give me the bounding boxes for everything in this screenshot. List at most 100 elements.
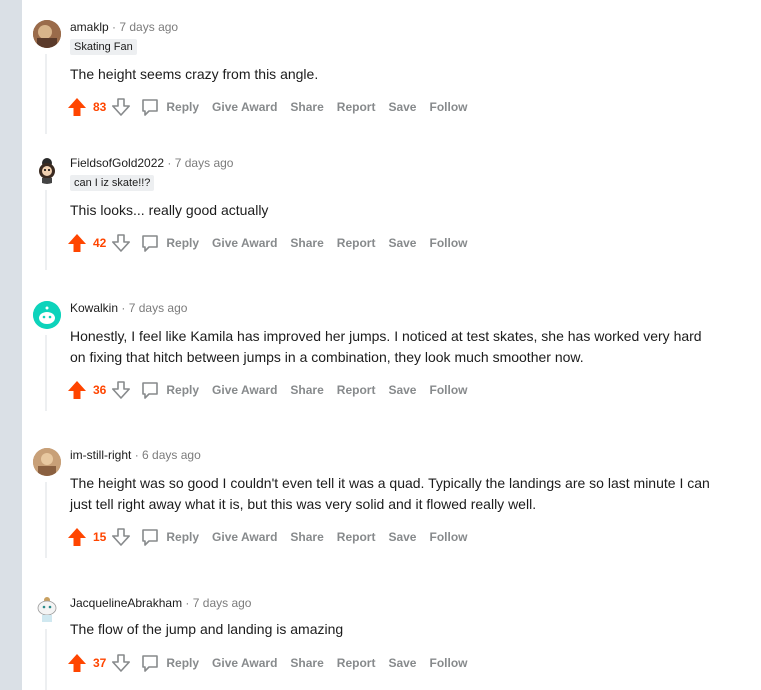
avatar[interactable]	[33, 301, 61, 329]
share-button[interactable]: Share	[290, 383, 323, 397]
upvote-arrow-icon[interactable]	[66, 379, 88, 401]
report-button[interactable]: Report	[337, 100, 376, 114]
avatar[interactable]	[33, 448, 61, 476]
share-button[interactable]: Share	[290, 530, 323, 544]
avatar[interactable]	[33, 595, 61, 623]
comment-body: This looks... really good actually	[70, 202, 269, 218]
reply-button[interactable]: Reply	[140, 233, 199, 253]
comment-meta: amaklp · 7 days ago	[70, 20, 178, 34]
share-button[interactable]: Share	[290, 236, 323, 250]
downvote-arrow-icon[interactable]	[110, 526, 132, 548]
save-button[interactable]: Save	[388, 383, 416, 397]
follow-button[interactable]: Follow	[429, 383, 467, 397]
comment-meta: Kowalkin · 7 days ago	[70, 301, 187, 315]
speech-bubble-icon	[142, 382, 159, 399]
give-award-button[interactable]: Give Award	[212, 383, 277, 397]
separator: ·	[112, 20, 117, 34]
comment: im-still-right · 6 days ago The height w…	[22, 448, 761, 568]
downvote-arrow-icon[interactable]	[110, 379, 132, 401]
vote-score: 15	[93, 530, 107, 544]
timestamp[interactable]: 7 days ago	[175, 156, 234, 170]
speech-bubble-icon	[142, 529, 159, 546]
comment-meta: im-still-right · 6 days ago	[70, 448, 201, 462]
comment-body: The flow of the jump and landing is amaz…	[70, 621, 344, 637]
give-award-button[interactable]: Give Award	[212, 530, 277, 544]
timestamp[interactable]: 7 days ago	[119, 20, 178, 34]
author-name[interactable]: Kowalkin	[70, 301, 118, 315]
vote-score: 37	[93, 656, 107, 670]
comment: JacquelineAbrakham · 7 days ago The flow…	[22, 595, 761, 690]
follow-button[interactable]: Follow	[429, 100, 467, 114]
thread-line[interactable]	[45, 335, 47, 411]
give-award-button[interactable]: Give Award	[212, 236, 277, 250]
downvote-arrow-icon[interactable]	[110, 96, 132, 118]
thread-line[interactable]	[45, 54, 47, 134]
report-button[interactable]: Report	[337, 383, 376, 397]
give-award-button[interactable]: Give Award	[212, 656, 277, 670]
user-flair: can I iz skate!!?	[70, 175, 155, 191]
speech-bubble-icon	[142, 235, 159, 252]
avatar[interactable]	[33, 156, 61, 184]
speech-bubble-icon	[142, 655, 159, 672]
reply-button[interactable]: Reply	[140, 653, 199, 673]
give-award-button[interactable]: Give Award	[212, 100, 277, 114]
comment-actions: 36 Reply Give Award Share Report Save Fo…	[66, 378, 467, 402]
report-button[interactable]: Report	[337, 236, 376, 250]
thread-line[interactable]	[45, 482, 47, 558]
reply-label: Reply	[166, 530, 200, 544]
snoo-avatar-icon	[39, 158, 55, 184]
comment: Kowalkin · 7 days ago Honestly, I feel l…	[22, 301, 761, 421]
reply-button[interactable]: Reply	[140, 380, 199, 400]
upvote-arrow-icon[interactable]	[66, 652, 88, 674]
author-name[interactable]: im-still-right	[70, 448, 131, 462]
thread-line[interactable]	[45, 190, 47, 270]
save-button[interactable]: Save	[388, 530, 416, 544]
avatar-photo-icon	[33, 448, 61, 476]
timestamp[interactable]: 7 days ago	[193, 596, 252, 610]
downvote-arrow-icon[interactable]	[110, 232, 132, 254]
upvote-arrow-icon[interactable]	[66, 526, 88, 548]
reply-label: Reply	[166, 236, 200, 250]
separator: ·	[134, 448, 139, 462]
vote-score: 83	[93, 100, 107, 114]
comment-body: The height was so good I couldn't even t…	[70, 475, 710, 512]
author-name[interactable]: amaklp	[70, 20, 109, 34]
vote-score: 36	[93, 383, 107, 397]
user-flair: Skating Fan	[70, 39, 137, 55]
thread-line[interactable]	[45, 629, 47, 690]
comment-actions: 37 Reply Give Award Share Report Save Fo…	[66, 651, 467, 675]
separator: ·	[185, 596, 190, 610]
timestamp[interactable]: 7 days ago	[129, 301, 188, 315]
follow-button[interactable]: Follow	[429, 236, 467, 250]
timestamp[interactable]: 6 days ago	[142, 448, 201, 462]
reply-label: Reply	[166, 656, 200, 670]
separator: ·	[167, 156, 172, 170]
vote-score: 42	[93, 236, 107, 250]
separator: ·	[121, 301, 126, 315]
follow-button[interactable]: Follow	[429, 530, 467, 544]
author-name[interactable]: FieldsofGold2022	[70, 156, 164, 170]
share-button[interactable]: Share	[290, 100, 323, 114]
share-button[interactable]: Share	[290, 656, 323, 670]
avatar[interactable]	[33, 20, 61, 48]
report-button[interactable]: Report	[337, 530, 376, 544]
downvote-arrow-icon[interactable]	[110, 652, 132, 674]
upvote-arrow-icon[interactable]	[66, 232, 88, 254]
comment-meta: FieldsofGold2022 · 7 days ago	[70, 156, 233, 170]
save-button[interactable]: Save	[388, 100, 416, 114]
upvote-arrow-icon[interactable]	[66, 96, 88, 118]
follow-button[interactable]: Follow	[429, 656, 467, 670]
reply-label: Reply	[166, 383, 200, 397]
report-button[interactable]: Report	[337, 656, 376, 670]
left-rail	[0, 0, 22, 690]
save-button[interactable]: Save	[388, 656, 416, 670]
speech-bubble-icon	[142, 99, 159, 116]
save-button[interactable]: Save	[388, 236, 416, 250]
author-name[interactable]: JacquelineAbrakham	[70, 596, 182, 610]
comment-actions: 42 Reply Give Award Share Report Save Fo…	[66, 231, 467, 255]
reply-button[interactable]: Reply	[140, 527, 199, 547]
comment: FieldsofGold2022 · 7 days ago can I iz s…	[22, 156, 761, 270]
comment-body: Honestly, I feel like Kamila has improve…	[70, 328, 702, 365]
reply-button[interactable]: Reply	[140, 97, 199, 117]
default-snoo-avatar-icon	[33, 301, 61, 329]
